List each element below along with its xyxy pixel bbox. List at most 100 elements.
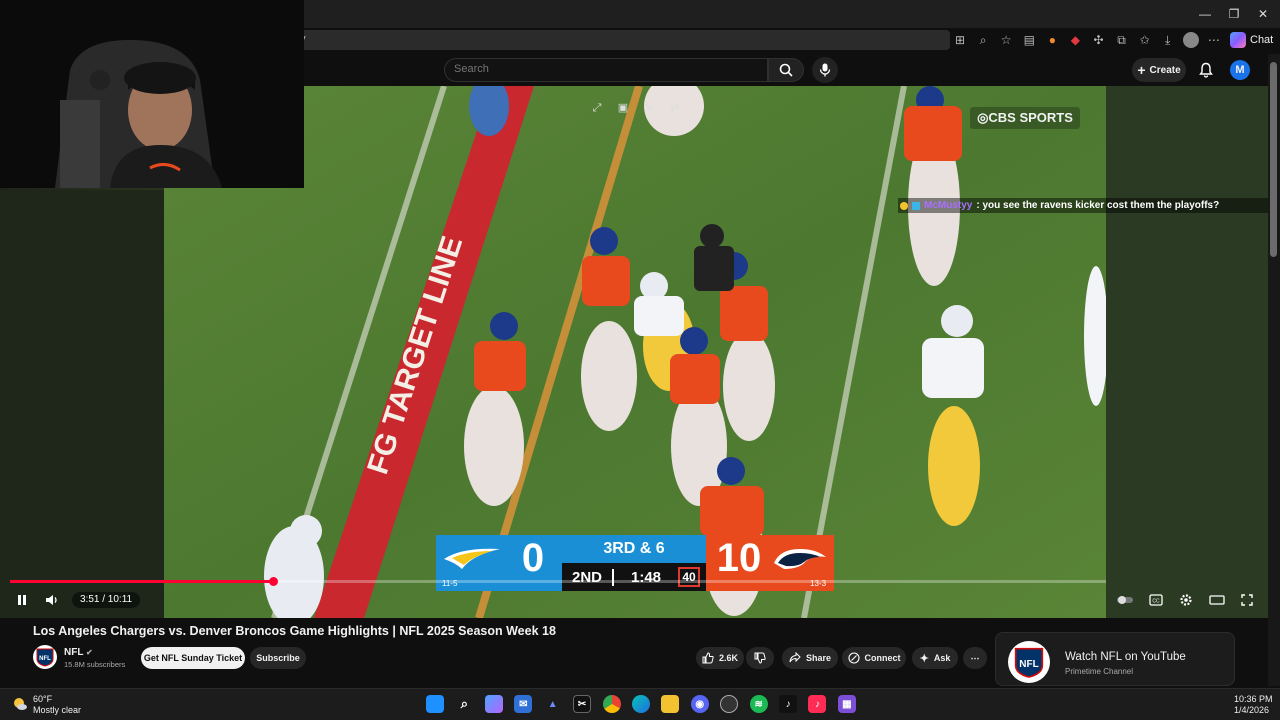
chat-username: McMustyy — [924, 200, 973, 211]
chat-text: : you see the ravens kicker cost them th… — [976, 200, 1220, 211]
reader-icon[interactable]: ▤ — [1021, 32, 1037, 48]
time-display: 3:51 / 10:11 — [72, 592, 141, 608]
notifications-button[interactable] — [1196, 60, 1216, 80]
search-icon[interactable]: ⌕ — [455, 695, 473, 713]
webcam-overlay — [0, 0, 304, 188]
calculator-icon[interactable]: ▦ — [837, 695, 856, 713]
pause-icon — [18, 595, 26, 605]
subscribe-button[interactable]: Subscribe — [250, 647, 306, 669]
game-clock-bar: 2ND 1:48 40 — [562, 563, 706, 591]
zoom-icon[interactable]: ⌕ — [975, 32, 991, 48]
capcut-icon[interactable]: ✂ — [573, 695, 592, 713]
arrow-browser-icon[interactable]: ▲ — [544, 695, 562, 713]
edit-icon[interactable]: ✎ — [642, 101, 656, 115]
captions-button[interactable]: CC — [1147, 591, 1165, 609]
weather-description[interactable]: Mostly clear — [33, 705, 81, 715]
channel-name-text: NFL — [64, 647, 84, 658]
copilot-icon — [1230, 32, 1246, 48]
taskbar-apps: ⌕ ✉ ▲ ✂ ◉ ≋ ♪ ♪ ▦ — [426, 694, 856, 714]
autoplay-toggle[interactable] — [1116, 591, 1134, 609]
grid-icon[interactable]: ⊞ — [952, 32, 968, 48]
extensions-icon[interactable]: ✣ — [1090, 32, 1106, 48]
away-score: 0 — [521, 536, 545, 580]
copilot-icon[interactable] — [484, 695, 503, 713]
share-button[interactable]: Share — [782, 647, 838, 669]
extension-orange-icon[interactable]: ● — [1044, 32, 1060, 48]
volume-button[interactable] — [44, 592, 60, 608]
share-label: Share — [805, 653, 831, 663]
like-count: 2.6K — [718, 653, 738, 663]
voice-search-button[interactable] — [812, 57, 838, 83]
nfl-shield-icon: NFL — [36, 648, 54, 667]
extension-red-icon[interactable]: ◆ — [1067, 32, 1083, 48]
crop-icon[interactable]: ⤢ — [590, 101, 604, 115]
weather-temperature[interactable]: 60°F — [33, 694, 52, 704]
player-left-ambient — [0, 190, 164, 618]
star-icon[interactable]: ☆ — [998, 32, 1014, 48]
chat-badge-icon — [900, 201, 908, 210]
translate-icon[interactable]: ⇄ — [668, 101, 682, 115]
taskbar-time[interactable]: 10:36 PM — [1234, 694, 1273, 704]
like-button[interactable]: 2.6K — [696, 647, 744, 669]
gear-icon — [1180, 594, 1192, 606]
file-explorer-icon[interactable] — [661, 695, 680, 713]
chargers-logo-icon — [444, 548, 500, 569]
pause-button[interactable] — [14, 592, 30, 608]
obs-icon[interactable] — [720, 695, 739, 713]
more-actions-button[interactable]: ⋯ — [963, 647, 987, 669]
connect-label: Connect — [864, 653, 901, 663]
close-window-button[interactable]: ✕ — [1248, 4, 1278, 24]
subscriber-count: 15.8M subscribers — [64, 660, 126, 669]
fullscreen-button[interactable] — [1238, 591, 1256, 609]
progress-played — [10, 580, 273, 583]
mail-icon[interactable]: ✉ — [514, 695, 533, 713]
channel-avatar[interactable]: NFL — [33, 645, 57, 669]
account-avatar[interactable]: M — [1230, 60, 1250, 80]
address-bar[interactable] — [300, 30, 950, 50]
promo-subtitle: Primetime Channel — [1065, 667, 1134, 676]
favorites-icon[interactable]: ✩ — [1137, 32, 1153, 48]
broncos-logo-icon — [774, 549, 826, 569]
search-input[interactable] — [454, 63, 754, 75]
edge-icon[interactable] — [631, 695, 650, 713]
search-icon — [779, 63, 793, 77]
dislike-button[interactable] — [746, 647, 774, 669]
player-right-ambient — [1106, 86, 1268, 618]
thumbs-up-icon — [702, 652, 714, 664]
svg-text:CC: CC — [1152, 599, 1160, 605]
chat-badge2-icon — [912, 201, 920, 210]
discord-icon[interactable]: ◉ — [690, 695, 709, 713]
tiktok-icon[interactable]: ♪ — [779, 695, 798, 713]
connect-button[interactable]: Connect — [842, 647, 906, 669]
more-icon[interactable]: ⋯ — [1206, 32, 1222, 48]
copilot-chat-button[interactable]: Chat — [1230, 30, 1273, 50]
taskbar-date[interactable]: 1/4/2026 — [1234, 705, 1269, 715]
thumbs-down-icon — [754, 652, 766, 664]
ask-label: Ask — [933, 653, 951, 663]
svg-text:NFL: NFL — [1019, 659, 1038, 670]
scrollbar-thumb[interactable] — [1270, 62, 1277, 257]
minimize-button[interactable]: — — [1190, 4, 1220, 24]
streamer-webcam-scene — [0, 0, 304, 188]
down-distance: 3RD & 6 — [562, 535, 706, 563]
maximize-button[interactable]: ❐ — [1219, 4, 1249, 24]
theater-mode-button[interactable] — [1208, 591, 1226, 609]
moon-cloud-icon — [14, 698, 27, 710]
spotify-icon[interactable]: ≋ — [749, 695, 768, 713]
sunday-ticket-button[interactable]: Get NFL Sunday Ticket — [141, 647, 245, 669]
channel-name[interactable]: NFL ✔ — [64, 647, 93, 658]
split-icon[interactable]: ⧉ — [1114, 32, 1130, 48]
settings-button[interactable] — [1177, 591, 1195, 609]
windows-start-icon[interactable] — [426, 695, 444, 713]
ask-button[interactable]: ✦ Ask — [912, 647, 958, 669]
download-icon[interactable]: ⤓ — [1160, 32, 1176, 48]
progress-scrubber[interactable] — [269, 577, 278, 586]
chrome-icon[interactable] — [602, 695, 621, 713]
bell-icon — [1199, 62, 1213, 78]
tiktok-live-icon[interactable]: ♪ — [808, 695, 827, 713]
fullscreen-icon — [1241, 594, 1253, 606]
search-button[interactable] — [768, 58, 804, 82]
screenshot-icon[interactable]: ▣ — [616, 101, 630, 115]
profile-icon[interactable] — [1182, 32, 1199, 48]
create-button[interactable]: + Create — [1132, 58, 1186, 82]
